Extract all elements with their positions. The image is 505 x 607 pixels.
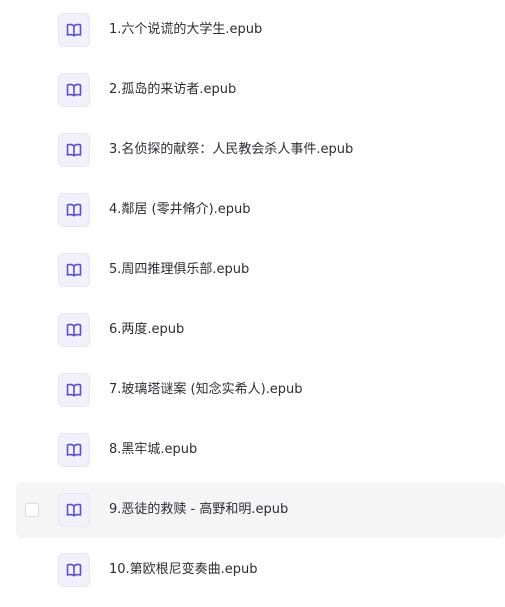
book-icon: [58, 253, 90, 287]
book-icon: [58, 433, 90, 467]
file-name[interactable]: 9.恶徒的救赎 - 高野和明.epub: [109, 482, 288, 538]
file-list: 1.六个说谎的大学生.epub 2.孤岛的来访者.epub 3.名侦探的献祭：人…: [0, 0, 505, 607]
book-icon: [58, 193, 90, 227]
file-name[interactable]: 5.周四推理俱乐部.epub: [109, 242, 249, 298]
book-icon: [58, 73, 90, 107]
file-name[interactable]: 1.六个说谎的大学生.epub: [109, 2, 262, 58]
file-row[interactable]: 2.孤岛的来访者.epub: [16, 62, 505, 118]
book-icon: [58, 13, 90, 47]
book-icon: [58, 493, 90, 527]
book-icon: [58, 373, 90, 407]
row-checkbox[interactable]: [25, 503, 39, 517]
file-name[interactable]: 6.两度.epub: [109, 302, 184, 358]
file-row[interactable]: 1.六个说谎的大学生.epub: [16, 2, 505, 58]
file-row[interactable]: 5.周四推理俱乐部.epub: [16, 242, 505, 298]
file-name[interactable]: 3.名侦探的献祭：人民教会杀人事件.epub: [109, 122, 353, 178]
file-row[interactable]: 8.黑牢城.epub: [16, 422, 505, 478]
file-row[interactable]: 10.第欧根尼变奏曲.epub: [16, 542, 505, 598]
file-name[interactable]: 8.黑牢城.epub: [109, 422, 197, 478]
file-row[interactable]: 6.两度.epub: [16, 302, 505, 358]
file-name[interactable]: 10.第欧根尼变奏曲.epub: [109, 542, 258, 598]
file-row[interactable]: 3.名侦探的献祭：人民教会杀人事件.epub: [16, 122, 505, 178]
book-icon: [58, 553, 90, 587]
file-row-hovered[interactable]: 9.恶徒的救赎 - 高野和明.epub: [16, 482, 505, 538]
book-icon: [58, 133, 90, 167]
file-row[interactable]: 4.鄰居 (零井脩介).epub: [16, 182, 505, 238]
book-icon: [58, 313, 90, 347]
file-name[interactable]: 2.孤岛的来访者.epub: [109, 62, 236, 118]
file-name[interactable]: 7.玻璃塔谜案 (知念实希人).epub: [109, 362, 303, 418]
file-row[interactable]: 7.玻璃塔谜案 (知念实希人).epub: [16, 362, 505, 418]
file-name[interactable]: 4.鄰居 (零井脩介).epub: [109, 182, 251, 238]
